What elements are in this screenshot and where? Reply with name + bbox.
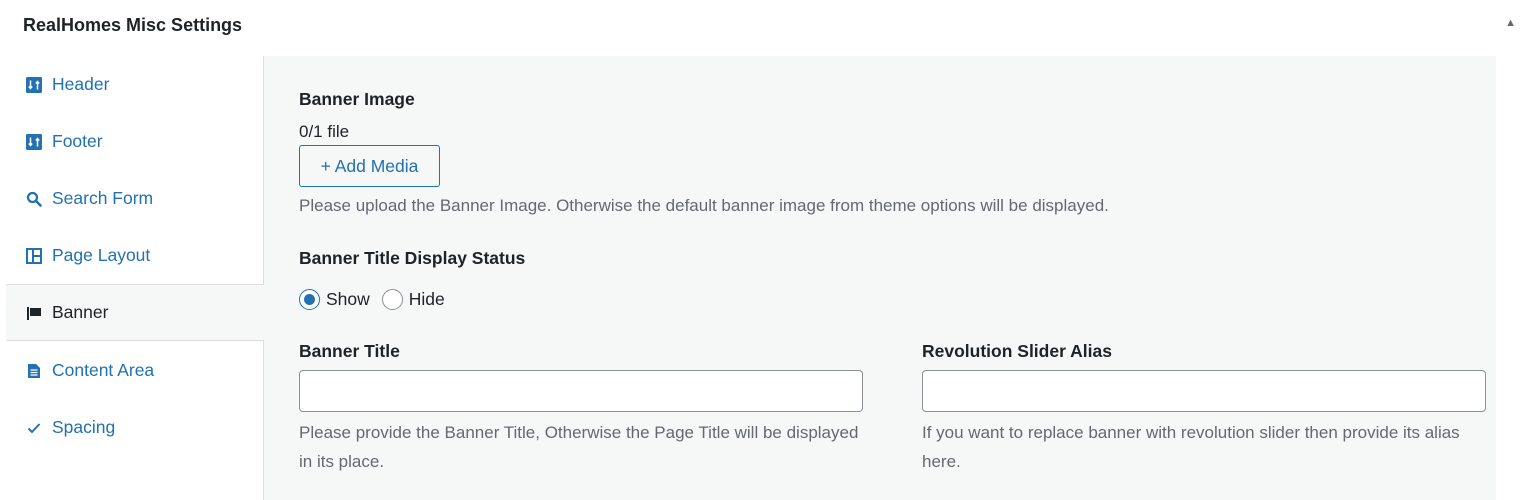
tab-label: Content Area	[52, 360, 155, 380]
tab-spacing[interactable]: Spacing	[0, 399, 264, 456]
tab-label: Header	[52, 74, 110, 94]
title-display-label: Banner Title Display Status	[299, 248, 526, 268]
title-display-radios: Show Hide	[299, 287, 457, 311]
tab-label: Page Layout	[52, 245, 151, 265]
panel-header: RealHomes Misc Settings ▲	[0, 0, 1536, 52]
tab-content-area[interactable]: Content Area	[0, 342, 264, 399]
banner-image-label: Banner Image	[299, 89, 415, 109]
slider-alias-input[interactable]	[922, 370, 1486, 412]
banner-title-description: Please provide the Banner Title, Otherwi…	[299, 423, 859, 471]
tab-footer[interactable]: Footer	[0, 113, 264, 170]
sort-arrows-icon	[25, 133, 43, 151]
radio-show-label[interactable]: Show	[326, 289, 370, 310]
radio-hide[interactable]	[381, 288, 403, 310]
page-icon	[25, 362, 43, 380]
search-icon	[25, 190, 43, 208]
slider-alias-description: If you want to replace banner with revol…	[922, 423, 1460, 471]
tab-label: Banner	[52, 302, 109, 322]
tab-label: Spacing	[52, 417, 116, 437]
settings-tabs: Header Footer Search Form Page Layout Ba…	[0, 56, 265, 500]
tab-search-form[interactable]: Search Form	[0, 170, 264, 227]
banner-image-description: Please upload the Banner Image. Otherwis…	[299, 196, 1109, 215]
file-count: 0/1 file	[299, 122, 350, 141]
add-media-button[interactable]: + Add Media	[299, 145, 440, 187]
slider-alias-label: Revolution Slider Alias	[922, 341, 1112, 361]
banner-title-label: Banner Title	[299, 341, 400, 361]
sort-arrows-icon	[25, 76, 43, 94]
collapse-toggle-icon[interactable]: ▲	[1505, 17, 1516, 29]
panel-title: RealHomes Misc Settings	[23, 15, 243, 35]
tab-page-layout[interactable]: Page Layout	[0, 227, 264, 284]
tab-label: Footer	[52, 131, 103, 151]
checkmark-icon	[25, 419, 43, 437]
tab-header[interactable]: Header	[0, 56, 264, 113]
tab-banner[interactable]: Banner	[6, 284, 265, 341]
layout-grid-icon	[25, 247, 43, 265]
radio-hide-label[interactable]: Hide	[409, 289, 445, 310]
tab-label: Search Form	[52, 188, 154, 208]
banner-title-input[interactable]	[299, 370, 863, 412]
flag-icon	[25, 304, 43, 322]
radio-show[interactable]	[299, 288, 320, 310]
